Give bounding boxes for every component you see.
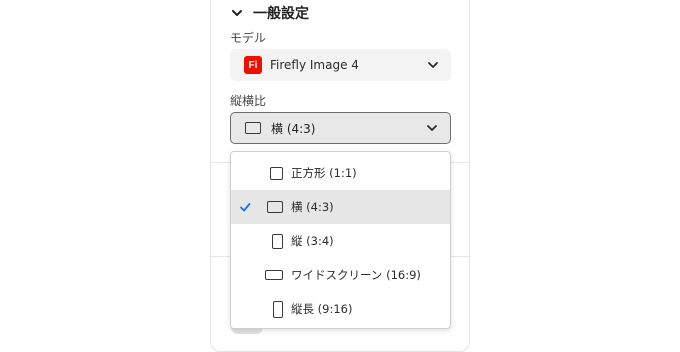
- portrait-shape-icon: [272, 233, 283, 249]
- checkmark-icon: [240, 203, 251, 212]
- section-title: 一般設定: [253, 6, 309, 22]
- model-value: Firefly Image 4: [270, 58, 359, 72]
- option-label: ワイドスクリーン (16:9): [291, 268, 421, 282]
- option-label: 正方形 (1:1): [291, 166, 357, 180]
- option-label: 横 (4:3): [291, 200, 334, 214]
- square-shape-icon: [270, 166, 283, 180]
- tall-portrait-shape-icon: [273, 300, 283, 318]
- option-label: 縦 (3:4): [291, 234, 334, 248]
- option-tall-portrait[interactable]: 縦長 (9:16): [231, 292, 450, 326]
- aspect-ratio-select[interactable]: 横 (4:3): [230, 112, 451, 144]
- option-landscape[interactable]: 横 (4:3): [231, 190, 450, 224]
- chevron-down-icon: [427, 125, 437, 131]
- firefly-logo-icon: Fi: [244, 56, 262, 74]
- aspect-ratio-label: 縦横比: [230, 94, 267, 108]
- option-portrait[interactable]: 縦 (3:4): [231, 224, 450, 258]
- landscape-shape-icon: [245, 122, 261, 134]
- option-square[interactable]: 正方形 (1:1): [231, 156, 450, 190]
- option-widescreen[interactable]: ワイドスクリーン (16:9): [231, 258, 450, 292]
- option-label: 縦長 (9:16): [291, 302, 353, 316]
- model-select[interactable]: Fi Firefly Image 4: [230, 49, 451, 81]
- chevron-down-icon: [232, 10, 242, 16]
- chevron-down-icon: [428, 62, 438, 68]
- widescreen-shape-icon: [265, 270, 283, 280]
- aspect-ratio-value: 横 (4:3): [271, 121, 316, 136]
- landscape-shape-icon: [267, 201, 283, 213]
- model-label: モデル: [230, 31, 267, 45]
- general-settings-header[interactable]: 一般設定: [231, 2, 309, 24]
- aspect-ratio-dropdown: 正方形 (1:1) 横 (4:3) 縦 (3:4) ワイドスクリーン (16:9…: [230, 151, 451, 329]
